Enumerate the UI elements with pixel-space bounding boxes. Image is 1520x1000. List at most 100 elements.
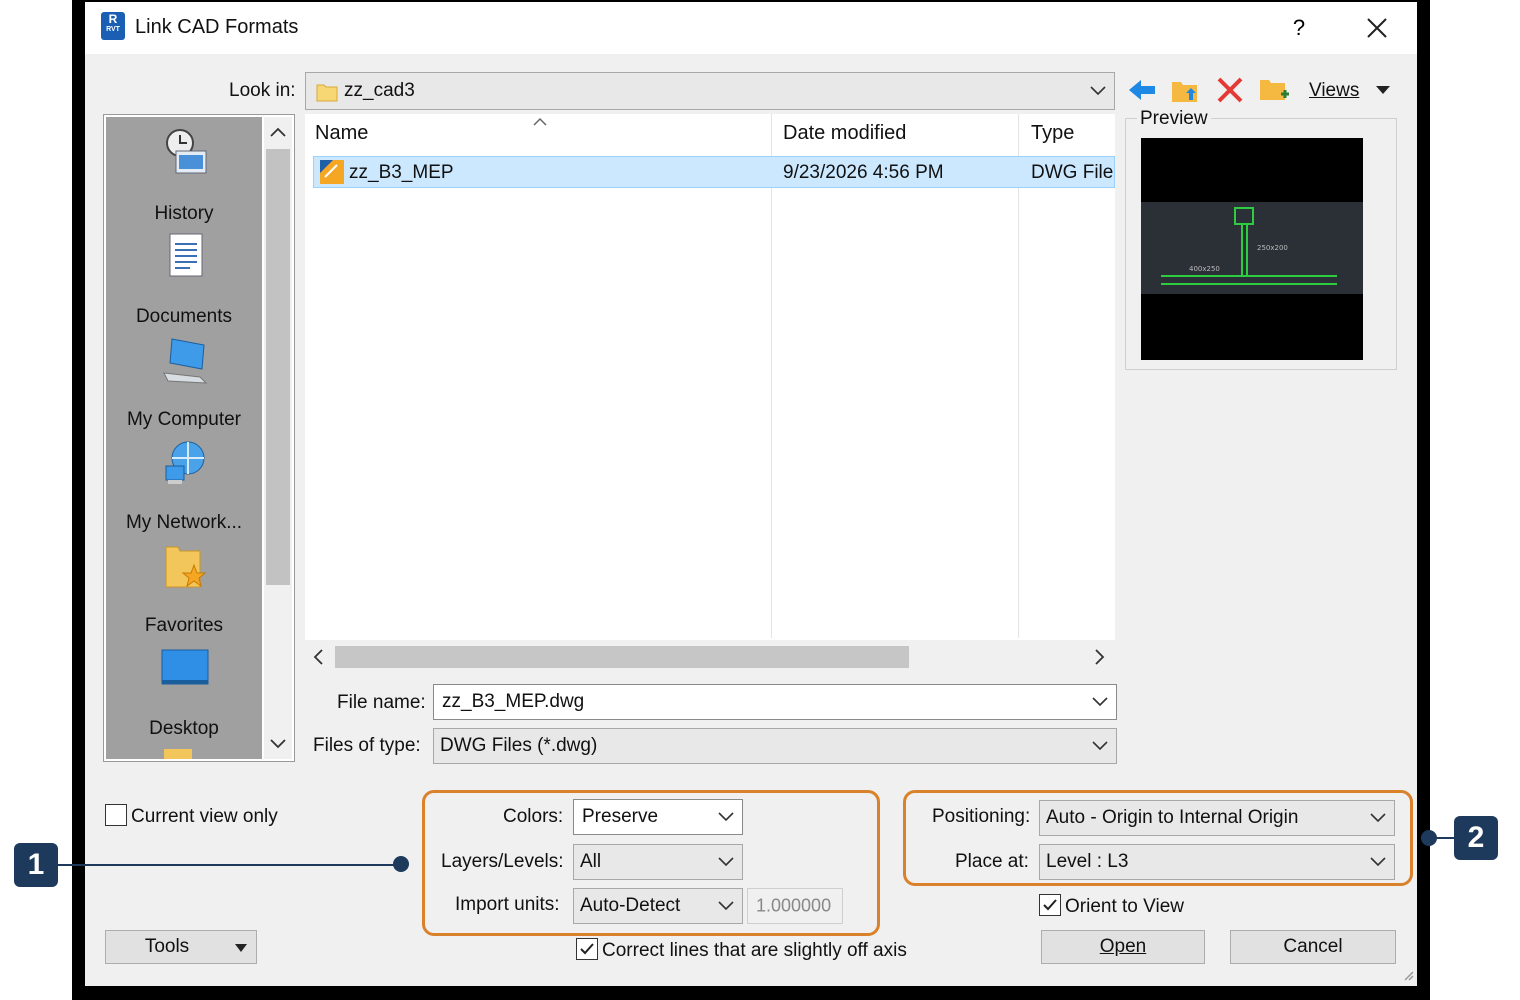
place-at-dropdown[interactable]: Level : L3 (1039, 844, 1395, 880)
callout-1-dot (393, 856, 409, 872)
checkmark-icon (1043, 899, 1057, 911)
favorites-icon (165, 546, 207, 588)
correct-lines-label: Correct lines that are slightly off axis (602, 940, 907, 961)
file-name-input[interactable]: zz_B3_MEP.dwg (433, 684, 1117, 720)
callout-badge-1: 1 (14, 843, 58, 887)
layers-dropdown[interactable]: All (573, 844, 743, 880)
import-units-dropdown[interactable]: Auto-Detect (573, 888, 743, 924)
title-bar: R RVT Link CAD Formats ? (85, 2, 1417, 54)
file-type-dropdown[interactable]: DWG Files (*.dwg) (433, 728, 1117, 764)
current-view-only-checkbox[interactable] (105, 804, 127, 826)
revit-app-icon: R RVT (101, 12, 125, 40)
import-scale-field[interactable]: 1.000000 (747, 888, 843, 924)
hscroll-thumb[interactable] (335, 646, 909, 668)
back-arrow-icon (1129, 80, 1155, 100)
positioning-value: Auto - Origin to Internal Origin (1046, 807, 1299, 828)
network-icon (165, 441, 205, 484)
file-list-hscrollbar[interactable] (305, 640, 1115, 672)
back-button[interactable] (1125, 74, 1159, 106)
file-name-label: File name: (337, 692, 426, 713)
column-separator[interactable] (1018, 114, 1019, 638)
place-desktop[interactable]: Desktop (106, 642, 262, 742)
positioning-dropdown[interactable]: Auto - Origin to Internal Origin (1039, 800, 1395, 836)
import-units-label: Import units: (455, 894, 560, 915)
preview-dim-1: 250x200 (1257, 244, 1288, 252)
checkmark-icon (580, 943, 594, 955)
resize-grip-icon[interactable] (1401, 968, 1415, 982)
colors-dropdown[interactable]: Preserve (573, 799, 743, 835)
place-history-label: History (154, 203, 214, 224)
place-favorites[interactable]: Favorites (106, 539, 262, 639)
scroll-up-icon[interactable] (270, 127, 286, 137)
tools-button[interactable]: Tools (105, 930, 257, 964)
close-button[interactable] (1359, 10, 1395, 46)
place-my-computer-label: My Computer (126, 409, 242, 430)
positioning-label: Positioning: (932, 806, 1031, 827)
documents-icon (169, 233, 203, 277)
tools-button-label: Tools (144, 936, 190, 957)
chevron-down-icon (718, 857, 734, 867)
up-folder-button[interactable] (1169, 74, 1203, 106)
column-header-date[interactable]: Date modified (783, 122, 906, 145)
scroll-right-icon[interactable] (1095, 649, 1105, 665)
views-dropdown-icon[interactable] (1375, 84, 1391, 96)
computer-icon (163, 338, 208, 384)
correct-lines-checkbox[interactable] (576, 938, 598, 960)
callout-2-leader (1434, 837, 1454, 839)
views-button[interactable]: Views (1309, 80, 1359, 102)
preview-dim-2: 400x250 (1189, 265, 1220, 273)
help-button[interactable]: ? (1283, 12, 1315, 44)
file-list: Name Date modified Type zz_B3_MEP 9/23/2… (305, 114, 1115, 672)
chevron-down-icon (718, 901, 734, 911)
preview-label: Preview (1137, 108, 1211, 130)
delete-x-icon (1217, 77, 1243, 103)
place-my-network-label: My Network... (125, 512, 243, 533)
column-header-type[interactable]: Type (1031, 122, 1074, 145)
preview-image: 250x200 400x250 (1141, 138, 1363, 360)
close-icon (1367, 18, 1387, 38)
places-scrollbar[interactable] (264, 117, 292, 759)
desktop-icon (161, 649, 209, 685)
place-my-network[interactable]: My Network... (106, 436, 262, 536)
column-separator[interactable] (771, 114, 772, 638)
place-favorites-label: Favorites (144, 615, 224, 636)
current-view-only-label: Current view only (131, 806, 278, 827)
chevron-down-icon (1090, 86, 1106, 96)
place-documents[interactable]: Documents (106, 230, 262, 330)
file-name-cell: zz_B3_MEP (349, 162, 454, 183)
scroll-left-icon[interactable] (313, 649, 323, 665)
look-in-dropdown[interactable]: zz_cad3 (305, 72, 1115, 110)
chevron-down-icon (718, 812, 734, 822)
scroll-down-icon[interactable] (270, 739, 286, 749)
new-folder-button[interactable] (1257, 74, 1291, 106)
history-icon (166, 129, 207, 174)
places-list: History Documents My Computer My Network… (106, 117, 262, 759)
callout-badge-2: 2 (1454, 816, 1498, 860)
file-name-value: zz_B3_MEP.dwg (442, 691, 585, 712)
orient-to-view-label: Orient to View (1065, 896, 1184, 917)
place-my-computer[interactable]: My Computer (106, 333, 262, 433)
look-in-value: zz_cad3 (344, 80, 415, 101)
places-scroll-thumb[interactable] (266, 149, 290, 585)
callout-1-leader (58, 864, 402, 866)
cancel-button[interactable]: Cancel (1230, 930, 1396, 964)
window-title: Link CAD Formats (135, 16, 299, 38)
delete-button[interactable] (1213, 74, 1247, 106)
orient-to-view-checkbox[interactable] (1039, 894, 1061, 916)
colors-value: Preserve (582, 806, 659, 827)
open-button[interactable]: Open (1041, 930, 1205, 964)
look-in-label: Look in: (229, 80, 296, 101)
place-history[interactable]: History (106, 127, 262, 227)
new-folder-icon (1260, 80, 1289, 100)
sort-ascending-icon (533, 117, 547, 126)
place-at-label: Place at: (955, 851, 1029, 872)
link-cad-dialog: R RVT Link CAD Formats ? Look in: zz_cad3… (85, 2, 1417, 986)
file-date-cell: 9/23/2026 4:56 PM (783, 162, 944, 183)
layers-label: Layers/Levels: (441, 851, 564, 872)
column-header-name[interactable]: Name (315, 122, 368, 145)
folder-up-icon (1172, 82, 1197, 102)
folder-icon (316, 84, 338, 102)
chevron-down-icon[interactable] (1092, 697, 1108, 707)
chevron-down-icon (1370, 813, 1386, 823)
place-partial-folder-icon (164, 749, 192, 759)
